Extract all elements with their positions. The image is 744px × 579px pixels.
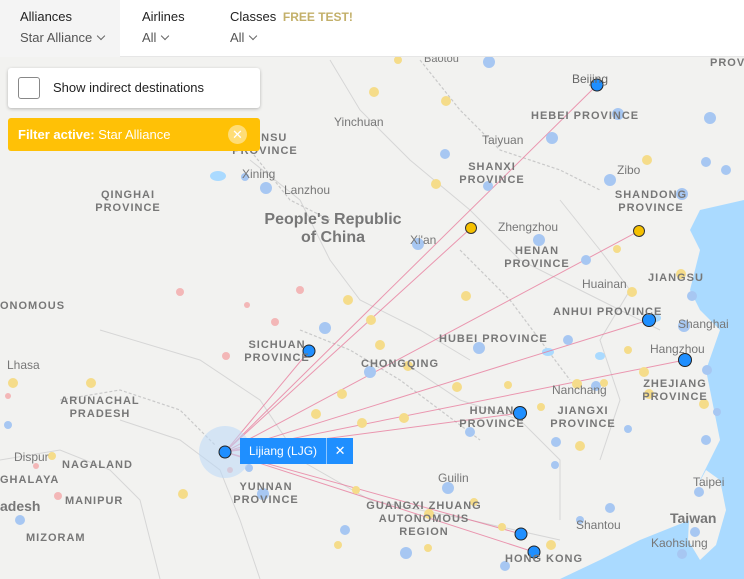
alliances-value[interactable]: Star Alliance [20,30,108,46]
indirect-checkbox[interactable] [18,77,40,99]
label-kaohsiung: Kaohsiung [651,536,708,550]
label-arunachal: ARUNACHAL PRADESH [60,395,139,420]
label-nanchang: Nanchang [552,383,607,397]
airport-zhengzhou [465,222,477,234]
clear-filter-close-icon[interactable]: ✕ [228,125,247,144]
classes-filter[interactable]: Classes FREE TEST! All [230,0,365,57]
label-hebei: HEBEI PROVINCE [531,110,639,122]
alliances-filter[interactable]: Alliances Star Alliance [0,0,120,57]
filter-active-banner: Filter active: Star Alliance ✕ [8,118,260,151]
label-hongkong: HONG KONG [505,553,583,565]
label-prov: PROV [710,57,744,69]
label-hangzhou: Hangzhou [650,342,705,356]
classes-label: Classes [230,9,277,24]
label-chongqing: CHONGQING [361,358,439,370]
label-zhejiang: ZHEJIANG PROVINCE [642,378,707,403]
label-yinchuan: Yinchuan [334,115,384,129]
label-guangxi: GUANGXI ZHUANG AUTONOMOUS REGION [366,500,481,538]
chevron-down-icon [161,31,170,41]
filter-active-value: Star Alliance [98,127,171,142]
label-mizoram: MIZORAM [26,532,86,544]
label-manipur: MANIPUR [65,495,123,507]
label-ghalaya: GHALAYA [0,474,59,486]
free-test-badge: FREE TEST! [282,10,353,24]
label-sichuan: SICHUAN PROVINCE [244,339,309,364]
filter-active-text: Filter active: Star Alliance [18,127,170,142]
alliances-label: Alliances [20,9,73,24]
origin-airport-popup[interactable]: Lijiang (LJG) ✕ [240,438,354,464]
label-shanghai: Shanghai [678,317,729,331]
label-shandong: SHANDONG PROVINCE [615,189,687,214]
label-jiangsu: JIANGSU [648,272,704,284]
map-multiline-labels: GANSU PROVINCESHANXI PROVINCESHANDONG PROVI… [60,132,707,538]
minor-airports-pink [5,286,304,500]
label-lhasa: Lhasa [7,358,40,372]
airlines-filter[interactable]: Airlines All [142,0,197,57]
alliances-selected: Star Alliance [20,30,93,45]
label-prc: People's Republic of China [264,211,401,246]
origin-airport-name[interactable]: Lijiang (LJG) [240,438,327,464]
label-baotou: Baotou [424,57,459,65]
label-taipei: Taipei [693,475,724,489]
origin-lijiang [218,445,232,459]
label-nagaland: NAGALAND [62,459,133,471]
filter-active-prefix: Filter active: [18,127,95,142]
label-henan: HENAN PROVINCE [504,245,569,270]
label-adesh: adesh [0,498,40,514]
route-shenzhen [224,451,522,535]
label-guilin: Guilin [438,471,469,485]
airlines-label: Airlines [142,9,185,24]
classes-value[interactable]: All [230,30,353,46]
label-shantou: Shantou [576,518,621,532]
label-qinghai: QINGHAI PROVINCE [95,189,160,214]
label-anhui: ANHUI PROVINCE [553,306,662,318]
label-xining: Xining [242,167,275,181]
indirect-destinations-toggle[interactable]: Show indirect destinations [8,68,260,108]
label-taiwan: Taiwan [670,510,716,526]
label-zibo: Zibo [617,163,641,177]
chevron-down-icon [249,31,258,41]
label-beijing: Beijing [572,72,608,86]
destination-shenzhen [514,527,528,541]
label-jiangxi: JIANGXI PROVINCE [550,405,615,430]
label-lanzhou: Lanzhou [284,183,330,197]
label-huainan: Huainan [582,277,627,291]
close-icon[interactable]: ✕ [326,438,354,464]
label-shanxi: SHANXI PROVINCE [459,161,524,186]
classes-label-row: Classes FREE TEST! [230,9,353,25]
filter-bar: Alliances Star Alliance Airlines All Cla… [0,0,744,57]
airport-jinan [633,225,645,237]
airlines-selected: All [142,30,157,45]
label-yunnan: YUNNAN PROVINCE [233,481,298,506]
indirect-label: Show indirect destinations [53,80,205,95]
chevron-down-icon [97,31,106,41]
airlines-value[interactable]: All [142,30,185,46]
label-hubei: HUBEI PROVINCE [439,333,548,345]
label-onomous: ONOMOUS [0,300,65,312]
label-dispur: Dispur [14,450,49,464]
label-zhengzhou: Zhengzhou [498,220,558,234]
label-xian: Xi'an [410,233,436,247]
lakes [210,171,661,360]
label-taiyuan: Taiyuan [482,133,523,147]
classes-selected: All [230,30,245,45]
